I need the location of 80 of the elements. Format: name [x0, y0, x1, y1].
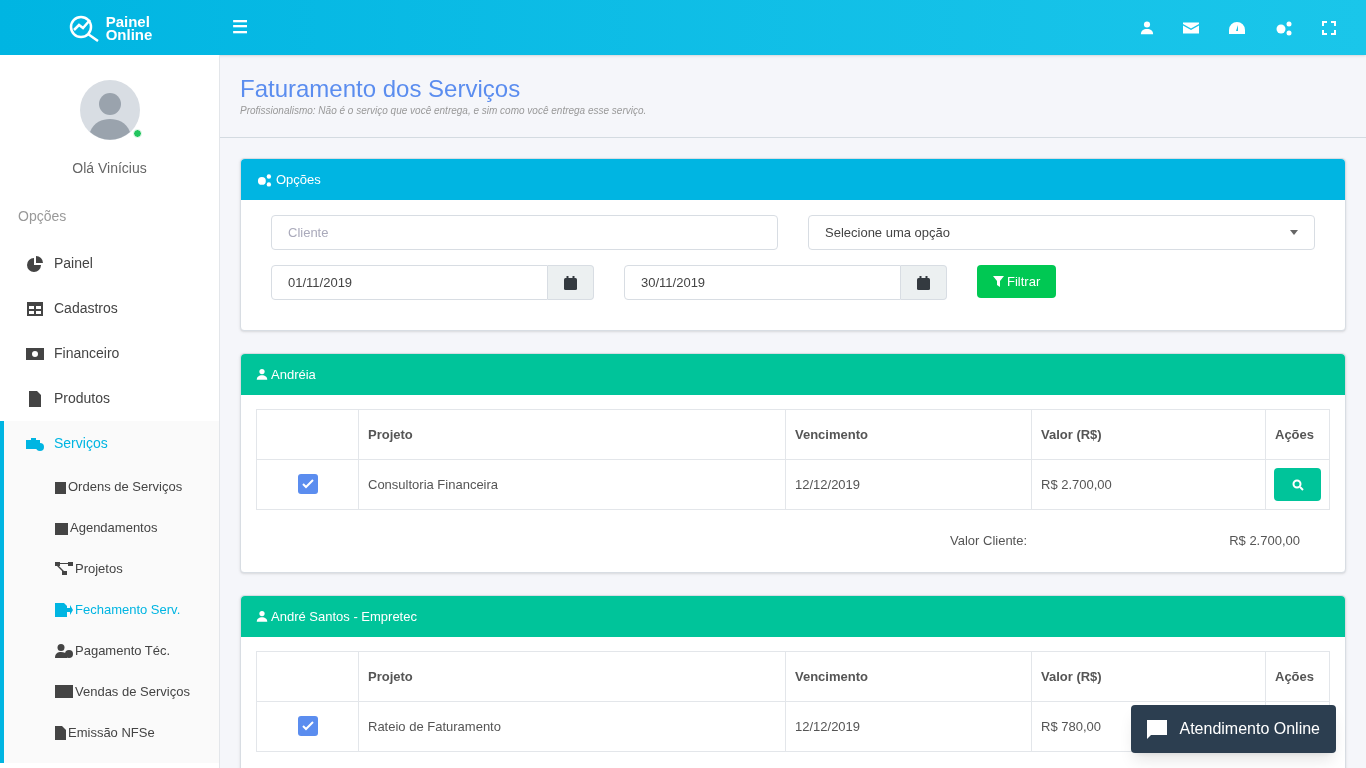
checkmark-icon [301, 479, 314, 490]
sidebar-item-label: Produtos [54, 389, 111, 408]
avatar [79, 80, 140, 140]
sidebar-item-label: Serviços [54, 434, 108, 453]
document-icon [55, 725, 66, 740]
sidebar-item[interactable]: Cadastros [4, 286, 219, 331]
card-title: André Santos - Empretec [271, 607, 417, 626]
column-header: Vencimento [785, 651, 1032, 702]
submenu-item[interactable]: Projetos [4, 548, 219, 589]
logo-text: Online [105, 27, 153, 41]
row-checkbox[interactable] [297, 474, 318, 495]
money-icon [26, 347, 44, 360]
submenu-item-label: Agendamentos [70, 518, 158, 537]
option-dropdown[interactable]: Selecione uma opção [808, 215, 1315, 250]
column-header: Projeto [358, 409, 786, 460]
table-cell: Rateio de Faturamento [358, 701, 786, 752]
row-checkbox[interactable] [297, 716, 318, 737]
fullscreen-icon[interactable] [1322, 20, 1336, 35]
column-header: Ações [1265, 409, 1330, 460]
table-cell: Consultoria Financeira [358, 459, 786, 510]
file-export-icon [55, 602, 73, 617]
submenu-item[interactable]: Ordens de Serviços [4, 466, 219, 507]
user-clock-icon [55, 643, 73, 658]
user-icon [256, 368, 268, 381]
caret-icon [1290, 230, 1298, 235]
gauge-icon[interactable] [1228, 20, 1246, 35]
submenu-item-label: Vendas de Serviços [75, 682, 190, 701]
user-icon[interactable] [1140, 20, 1154, 35]
calendar-icon [917, 275, 930, 290]
calendar-button[interactable] [901, 265, 947, 300]
card-title: Opções [276, 170, 321, 189]
submenu-item[interactable]: Agendamentos [4, 507, 219, 548]
sidebar-item[interactable]: Painel [4, 241, 219, 286]
table-icon [27, 301, 43, 316]
column-header: Ações [1265, 651, 1330, 702]
view-button[interactable] [1274, 468, 1321, 501]
submenu-item-label: Ordens de Serviços [68, 477, 183, 496]
table-cell: 12/12/2019 [785, 701, 1032, 752]
sidebar-item-label: Cadastros [54, 299, 118, 318]
submenu-item-label: Emissão NFSe [68, 723, 155, 742]
submenu-item-label: Projetos [75, 559, 123, 578]
page-subtitle: Profissionalismo: Não é o serviço que você entrega, e sim como você entrega esse serviço. [240, 104, 648, 118]
submenu-item[interactable]: Emissão NFSe [4, 712, 219, 753]
sitemap-icon [55, 562, 73, 575]
total-label: Valor Cliente: [950, 532, 1028, 551]
checkmark-icon [301, 721, 314, 732]
column-header: Projeto [358, 651, 786, 702]
date-field[interactable]: 30/11/2019 [624, 265, 901, 300]
logo-text: Painel [105, 14, 150, 28]
submenu-item-label: Fechamento Serv. [75, 600, 181, 619]
chat-icon [1147, 719, 1168, 739]
calendar-icon [564, 275, 577, 290]
user-icon [256, 610, 268, 623]
submenu-item-label: Pagamento Téc. [75, 641, 171, 660]
column-header: Vencimento [785, 409, 1032, 460]
filter-icon [993, 276, 1004, 287]
sidebar-item[interactable]: Produtos [4, 376, 219, 421]
page-title: Faturamento dos Serviços [240, 75, 522, 103]
card-title: Andréia [271, 365, 316, 384]
pie-chart-icon [27, 255, 43, 272]
user-greeting: Olá Vinícius [71, 159, 148, 178]
calendar-button[interactable] [548, 265, 594, 300]
column-header: Valor (R$) [1031, 409, 1266, 460]
submenu-item[interactable]: Vendas de Serviços [4, 671, 219, 712]
chat-button[interactable]: Atendimento Online [1131, 705, 1336, 753]
section-label: Opções [17, 207, 68, 226]
date-field[interactable]: 01/11/2019 [271, 265, 548, 300]
sidebar-item[interactable]: Financeiro [4, 331, 219, 376]
submenu-item[interactable]: Pagamento Téc. [4, 630, 219, 671]
client-field[interactable]: Cliente [271, 215, 778, 250]
total-value: R$ 2.700,00 [1229, 532, 1300, 551]
mail-icon[interactable] [1183, 21, 1199, 34]
toolbox-icon [26, 436, 44, 451]
sidebar-item-label: Financeiro [54, 344, 120, 363]
invoice-icon [29, 390, 41, 407]
table-cell: R$ 2.700,00 [1031, 459, 1266, 510]
search-icon [1291, 478, 1304, 491]
column-header: Valor (R$) [1031, 651, 1266, 702]
sidebar-item-label: Painel [54, 254, 93, 273]
table-cell: 12/12/2019 [785, 459, 1032, 510]
